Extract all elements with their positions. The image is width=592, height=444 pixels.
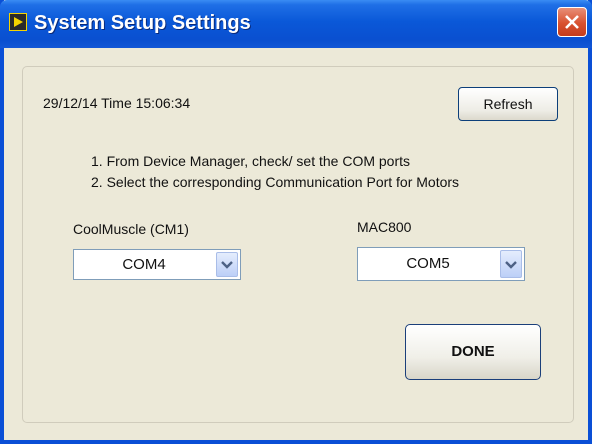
chevron-down-icon (505, 261, 517, 269)
close-button[interactable] (557, 7, 587, 37)
window-title: System Setup Settings (34, 12, 251, 34)
cm1-dropdown-button[interactable] (216, 252, 238, 277)
mac800-dropdown-button[interactable] (500, 250, 522, 278)
datetime-readout: 29/12/14 Time 15:06:34 (43, 95, 191, 111)
app-icon (9, 13, 27, 31)
close-icon (565, 15, 579, 29)
mac800-port-select[interactable]: COM5 (357, 247, 525, 281)
refresh-button[interactable]: Refresh (458, 87, 558, 121)
dialog-window: System Setup Settings 29/12/14 Time 15:0… (0, 0, 592, 444)
instructions: 1. From Device Manager, check/ set the C… (91, 151, 459, 193)
title-bar[interactable]: System Setup Settings (0, 0, 592, 48)
cm1-port-value: COM4 (122, 256, 166, 273)
instruction-line: 2. Select the corresponding Communicatio… (91, 174, 460, 190)
mac800-port-label: MAC800 (357, 219, 412, 235)
chevron-down-icon (221, 261, 233, 269)
cm1-port-label: CoolMuscle (CM1) (73, 221, 189, 237)
instruction-line: 1. From Device Manager, check/ set the C… (91, 153, 411, 169)
mac800-port-value: COM5 (406, 255, 450, 272)
settings-panel: 29/12/14 Time 15:06:34 Refresh 1. From D… (22, 66, 574, 423)
done-button[interactable]: DONE (405, 324, 541, 380)
cm1-port-select[interactable]: COM4 (73, 249, 241, 280)
